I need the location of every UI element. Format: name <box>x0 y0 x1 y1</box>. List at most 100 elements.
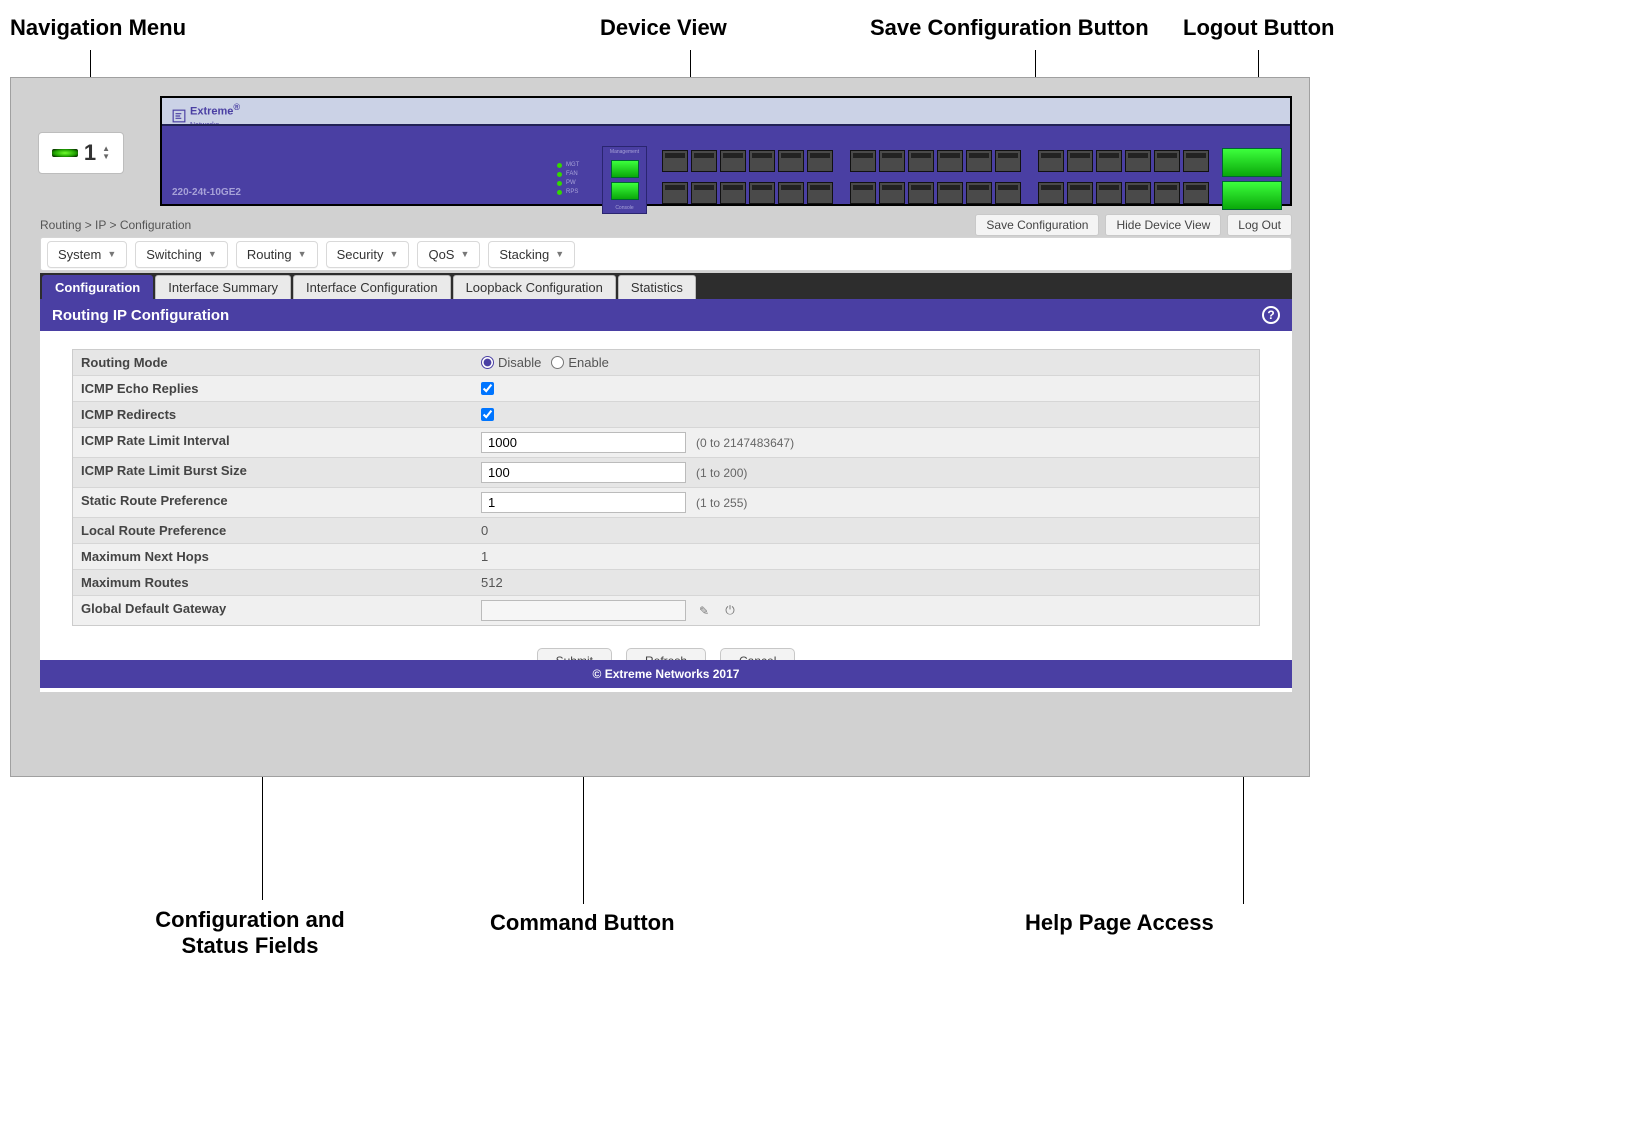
led-dot-icon <box>557 190 562 195</box>
port[interactable] <box>749 182 775 204</box>
port[interactable] <box>1096 182 1122 204</box>
sfp-port[interactable] <box>1222 148 1282 177</box>
hide-device-view-button[interactable]: Hide Device View <box>1105 214 1221 236</box>
console-port[interactable] <box>611 182 639 200</box>
routing-mode-enable-radio[interactable] <box>551 356 564 369</box>
label-max-next-hops: Maximum Next Hops <box>73 544 473 569</box>
stack-selector[interactable]: 1 ▲▼ <box>38 132 124 174</box>
port[interactable] <box>1183 150 1209 172</box>
row-icmp-redirects: ICMP Redirects <box>73 402 1259 428</box>
save-configuration-button[interactable]: Save Configuration <box>975 214 1099 236</box>
port[interactable] <box>879 150 905 172</box>
chevron-down-icon: ▼ <box>208 249 217 259</box>
port[interactable] <box>807 182 833 204</box>
callout-help-access: Help Page Access <box>1025 910 1214 936</box>
port[interactable] <box>1125 150 1151 172</box>
port[interactable] <box>1067 182 1093 204</box>
mgmt-port[interactable] <box>611 160 639 178</box>
local-pref-value: 0 <box>481 523 488 538</box>
max-routes-value: 512 <box>481 575 503 590</box>
port[interactable] <box>1154 182 1180 204</box>
port[interactable] <box>850 150 876 172</box>
port[interactable] <box>778 182 804 204</box>
sfp-block <box>1222 148 1282 210</box>
icmp-redirects-checkbox[interactable] <box>481 408 494 421</box>
port[interactable] <box>850 182 876 204</box>
port[interactable] <box>1183 182 1209 204</box>
page-title: Routing IP Configuration <box>52 307 229 324</box>
callout-command-button: Command Button <box>490 910 675 936</box>
port[interactable] <box>937 150 963 172</box>
port[interactable] <box>1067 150 1093 172</box>
label-rate-burst: ICMP Rate Limit Burst Size <box>73 458 473 487</box>
stack-stepper-icon[interactable]: ▲▼ <box>102 145 110 161</box>
port[interactable] <box>691 182 717 204</box>
port[interactable] <box>995 182 1021 204</box>
port[interactable] <box>995 150 1021 172</box>
stack-number: 1 <box>84 140 96 166</box>
app-window: 1 ▲▼ Extreme®Networks 220-24t-10GE2 MGT … <box>10 77 1310 777</box>
help-icon[interactable]: ? <box>1262 306 1280 324</box>
tab-bar: Configuration Interface Summary Interfac… <box>40 273 1292 299</box>
device-image[interactable]: Extreme®Networks 220-24t-10GE2 MGT FAN P… <box>160 96 1292 206</box>
row-routing-mode: Routing Mode Disable Enable <box>73 350 1259 376</box>
static-pref-input[interactable] <box>481 492 686 513</box>
callout-save-config: Save Configuration Button <box>870 15 1149 41</box>
port[interactable] <box>1038 150 1064 172</box>
label-max-routes: Maximum Routes <box>73 570 473 595</box>
label-default-gw: Global Default Gateway <box>73 596 473 625</box>
port[interactable] <box>662 182 688 204</box>
navigation-menu: System▼ Switching▼ Routing▼ Security▼ Qo… <box>40 237 1292 271</box>
port[interactable] <box>1154 150 1180 172</box>
tab-interface-summary[interactable]: Interface Summary <box>155 275 291 299</box>
power-icon[interactable]: ⏻ <box>722 603 738 619</box>
port[interactable] <box>908 150 934 172</box>
led-dot-icon <box>557 181 562 186</box>
port-bank-2 <box>850 150 1021 210</box>
extreme-logo-icon <box>172 109 186 123</box>
port[interactable] <box>1125 182 1151 204</box>
routing-mode-disable[interactable]: Disable <box>481 355 541 370</box>
led-dot-icon <box>557 163 562 168</box>
port[interactable] <box>966 182 992 204</box>
port[interactable] <box>879 182 905 204</box>
nav-routing[interactable]: Routing▼ <box>236 241 318 268</box>
port[interactable] <box>749 150 775 172</box>
row-static-pref: Static Route Preference (1 to 255) <box>73 488 1259 518</box>
row-max-routes: Maximum Routes 512 <box>73 570 1259 596</box>
nav-switching[interactable]: Switching▼ <box>135 241 228 268</box>
logout-button[interactable]: Log Out <box>1227 214 1292 236</box>
nav-qos[interactable]: QoS▼ <box>417 241 480 268</box>
tab-configuration[interactable]: Configuration <box>42 275 153 299</box>
nav-security[interactable]: Security▼ <box>326 241 410 268</box>
port[interactable] <box>778 150 804 172</box>
routing-mode-disable-radio[interactable] <box>481 356 494 369</box>
port[interactable] <box>720 150 746 172</box>
port[interactable] <box>807 150 833 172</box>
tab-loopback-configuration[interactable]: Loopback Configuration <box>453 275 616 299</box>
port[interactable] <box>662 150 688 172</box>
row-rate-interval: ICMP Rate Limit Interval (0 to 214748364… <box>73 428 1259 458</box>
edit-icon[interactable]: ✎ <box>696 603 712 619</box>
port[interactable] <box>691 150 717 172</box>
port[interactable] <box>966 150 992 172</box>
port[interactable] <box>908 182 934 204</box>
rate-interval-input[interactable] <box>481 432 686 453</box>
tab-interface-configuration[interactable]: Interface Configuration <box>293 275 451 299</box>
port[interactable] <box>1096 150 1122 172</box>
routing-mode-enable[interactable]: Enable <box>551 355 608 370</box>
row-icmp-echo: ICMP Echo Replies <box>73 376 1259 402</box>
page-title-bar: Routing IP Configuration ? <box>40 299 1292 331</box>
icmp-echo-checkbox[interactable] <box>481 382 494 395</box>
port[interactable] <box>1038 182 1064 204</box>
nav-system[interactable]: System▼ <box>47 241 127 268</box>
stack-led-icon <box>52 149 78 157</box>
subheader: Routing > IP > Configuration Save Config… <box>40 213 1292 237</box>
port[interactable] <box>720 182 746 204</box>
rate-burst-input[interactable] <box>481 462 686 483</box>
tab-statistics[interactable]: Statistics <box>618 275 696 299</box>
sfp-port[interactable] <box>1222 181 1282 210</box>
nav-stacking[interactable]: Stacking▼ <box>488 241 575 268</box>
port[interactable] <box>937 182 963 204</box>
default-gw-input[interactable] <box>481 600 686 621</box>
